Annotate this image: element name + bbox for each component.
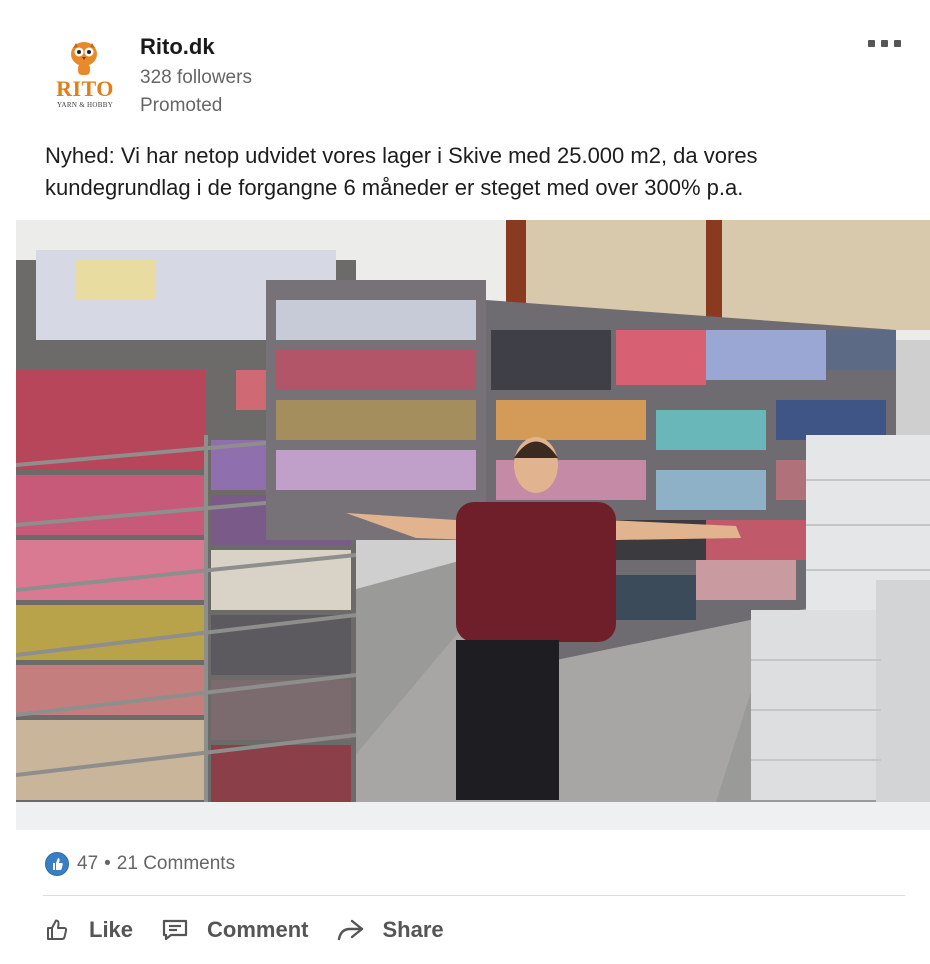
more-dot <box>894 39 901 47</box>
company-name-link[interactable]: Rito.dk <box>140 34 215 60</box>
comments-count-link[interactable]: 21 Comments <box>117 853 235 875</box>
post-body-text: Nyhed: Vi har netop udvidet vores lager … <box>45 143 758 200</box>
comment-icon <box>161 916 189 944</box>
action-divider <box>43 895 905 896</box>
more-dot <box>881 39 888 47</box>
logo-wordmark: RITO <box>56 76 114 101</box>
post-header: RITO YARN & HOBBY Rito.dk 328 followers … <box>0 0 930 130</box>
logo-tagline: YARN & HOBBY <box>56 101 114 109</box>
count-separator: • <box>104 853 111 874</box>
post-image[interactable] <box>16 220 930 802</box>
warehouse-photo <box>16 220 930 802</box>
image-footer-bar <box>16 802 930 830</box>
thumbs-up-icon <box>43 916 71 944</box>
like-button[interactable]: Like <box>43 916 133 944</box>
action-bar: Like Comment Share <box>43 912 472 948</box>
more-options-button[interactable] <box>868 36 912 50</box>
comment-button[interactable]: Comment <box>161 916 308 944</box>
owl-mascot-icon <box>71 42 97 75</box>
reaction-count[interactable]: 47 <box>77 853 98 875</box>
share-arrow-icon <box>336 916 364 944</box>
company-logo[interactable]: RITO YARN & HOBBY <box>52 40 118 112</box>
follower-count: 328 followers <box>140 67 252 88</box>
share-label: Share <box>382 917 444 942</box>
comment-label: Comment <box>207 917 309 942</box>
promoted-label: Promoted <box>140 95 223 116</box>
like-label: Like <box>89 917 134 942</box>
social-counts: 47 • 21 Comments <box>45 851 235 877</box>
more-horizontal-icon <box>868 39 875 47</box>
share-button[interactable]: Share <box>336 916 444 944</box>
like-reaction-icon[interactable] <box>45 852 69 876</box>
